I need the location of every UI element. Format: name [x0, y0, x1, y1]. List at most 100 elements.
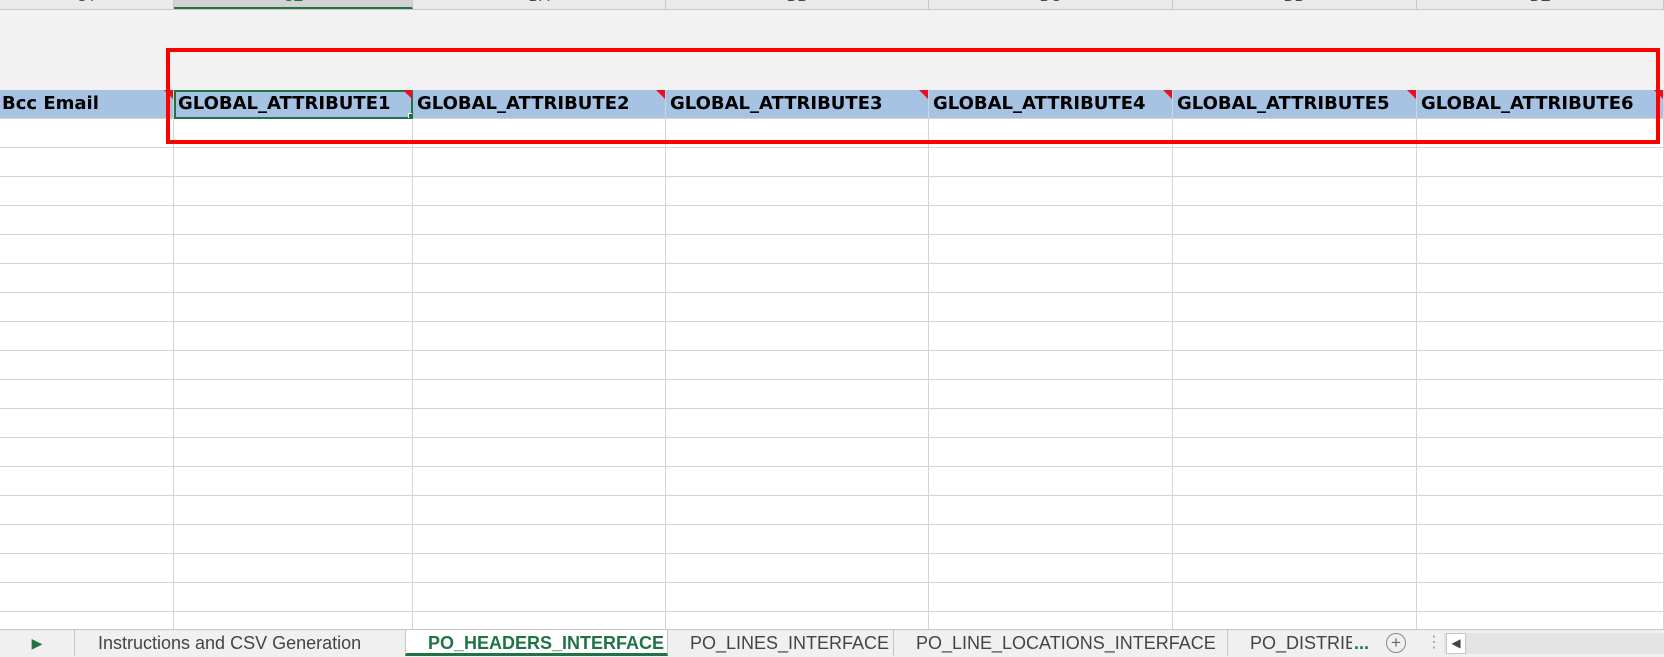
grid-cell[interactable]	[929, 177, 1173, 206]
grid-cell[interactable]	[666, 409, 929, 438]
grid-cell[interactable]	[1173, 148, 1417, 177]
grid-cell[interactable]	[1173, 496, 1417, 525]
grid-cell[interactable]	[666, 525, 929, 554]
grid-cell[interactable]	[666, 554, 929, 583]
grid-cell[interactable]	[1417, 525, 1664, 554]
grid-cell[interactable]	[1173, 409, 1417, 438]
header-cell-global-attribute3[interactable]: GLOBAL_ATTRIBUTE3	[666, 90, 929, 119]
grid-cell[interactable]	[666, 206, 929, 235]
grid-cell[interactable]	[929, 119, 1173, 148]
grid-cell[interactable]	[929, 438, 1173, 467]
tab-instructions-and-csv-generation[interactable]: Instructions and CSV Generation	[76, 630, 406, 656]
grid-cell[interactable]	[174, 583, 413, 612]
grid-cell[interactable]	[0, 148, 174, 177]
grid-cell[interactable]	[1417, 438, 1664, 467]
grid-cell[interactable]	[1417, 351, 1664, 380]
header-cell-global-attribute2[interactable]: GLOBAL_ATTRIBUTE2	[413, 90, 666, 119]
grid-cell[interactable]	[413, 467, 666, 496]
grid-cell[interactable]	[1417, 119, 1664, 148]
grid-cell[interactable]	[174, 206, 413, 235]
grid-cell[interactable]	[1173, 206, 1417, 235]
header-cell-global-attribute6[interactable]: GLOBAL_ATTRIBUTE6	[1417, 90, 1664, 119]
grid-cell[interactable]	[174, 438, 413, 467]
grid-cell[interactable]	[929, 612, 1173, 629]
grid-cell[interactable]	[413, 264, 666, 293]
grid-cell[interactable]	[0, 612, 174, 629]
grid-cell[interactable]	[929, 525, 1173, 554]
grid-cell[interactable]	[0, 351, 174, 380]
grid-cell[interactable]	[1417, 177, 1664, 206]
grid-cell[interactable]	[413, 119, 666, 148]
grid-cell[interactable]	[413, 409, 666, 438]
grid-cell[interactable]	[1417, 496, 1664, 525]
grid-cell[interactable]	[929, 264, 1173, 293]
header-cell-global-attribute5[interactable]: GLOBAL_ATTRIBUTE5	[1173, 90, 1417, 119]
grid-cell[interactable]	[1173, 119, 1417, 148]
grid-cell[interactable]	[0, 467, 174, 496]
grid-cell[interactable]	[413, 554, 666, 583]
grid-cell[interactable]	[1173, 293, 1417, 322]
grid-cell[interactable]	[174, 554, 413, 583]
grid-cell[interactable]	[1173, 264, 1417, 293]
grid-cell[interactable]	[174, 264, 413, 293]
grid-cell[interactable]	[929, 554, 1173, 583]
grid-cell[interactable]	[174, 525, 413, 554]
grid-cell[interactable]	[929, 293, 1173, 322]
grid-cell[interactable]	[666, 119, 929, 148]
grid-cell[interactable]	[1173, 235, 1417, 264]
grid-cell[interactable]	[0, 554, 174, 583]
grid-cell[interactable]	[413, 148, 666, 177]
grid-cell[interactable]	[1173, 467, 1417, 496]
grid-cell[interactable]	[413, 583, 666, 612]
grid-cell[interactable]	[929, 235, 1173, 264]
grid-cell[interactable]	[413, 293, 666, 322]
grid-cell[interactable]	[413, 322, 666, 351]
grid-cell[interactable]	[666, 177, 929, 206]
tab-po-distrib[interactable]: PO_DISTRIB	[1228, 630, 1352, 656]
grid-cell[interactable]	[929, 496, 1173, 525]
grid-cell[interactable]	[413, 438, 666, 467]
tab-po-lines-interface[interactable]: PO_LINES_INTERFACE	[668, 630, 894, 656]
horizontal-scrollbar[interactable]: ◀	[1444, 633, 1664, 654]
grid-cell[interactable]	[1417, 467, 1664, 496]
grid-cell[interactable]	[413, 380, 666, 409]
grid-cell[interactable]	[174, 177, 413, 206]
grid-cell[interactable]	[929, 351, 1173, 380]
grid-cell[interactable]	[174, 612, 413, 629]
add-sheet-button[interactable]: +	[1386, 633, 1406, 653]
grid-cell[interactable]	[1173, 438, 1417, 467]
grid-cell[interactable]	[1417, 264, 1664, 293]
grid-cell[interactable]	[0, 380, 174, 409]
tab-po-line-locations-interface[interactable]: PO_LINE_LOCATIONS_INTERFACE	[894, 630, 1228, 656]
column-header-cy[interactable]: CY	[0, 0, 174, 9]
grid-cell[interactable]	[174, 148, 413, 177]
grid-cell[interactable]	[174, 119, 413, 148]
column-header-db[interactable]: DB	[666, 0, 929, 9]
more-tabs-button[interactable]: ...	[1354, 630, 1369, 656]
tab-po-headers-interface[interactable]: PO_HEADERS_INTERFACE	[405, 630, 668, 656]
tab-split-handle[interactable]: ⋮	[1426, 630, 1442, 656]
grid-cell[interactable]	[929, 409, 1173, 438]
header-cell-global-attribute1[interactable]: GLOBAL_ATTRIBUTE1	[174, 90, 413, 119]
grid-cell[interactable]	[0, 206, 174, 235]
grid-cell[interactable]	[413, 612, 666, 629]
grid-cell[interactable]	[0, 235, 174, 264]
grid-cell[interactable]	[1417, 380, 1664, 409]
grid-cell[interactable]	[666, 264, 929, 293]
grid-cell[interactable]	[666, 612, 929, 629]
grid-cell[interactable]	[1417, 612, 1664, 629]
grid-cell[interactable]	[929, 467, 1173, 496]
grid-cell[interactable]	[0, 177, 174, 206]
grid-cell[interactable]	[1173, 612, 1417, 629]
grid-cell[interactable]	[929, 206, 1173, 235]
grid-cell[interactable]	[666, 496, 929, 525]
grid-cell[interactable]	[929, 380, 1173, 409]
grid-cell[interactable]	[1417, 148, 1664, 177]
grid-cell[interactable]	[174, 322, 413, 351]
grid-cell[interactable]	[1417, 322, 1664, 351]
grid-cell[interactable]	[1173, 322, 1417, 351]
column-header-da[interactable]: DA	[413, 0, 666, 9]
grid-cell[interactable]	[666, 235, 929, 264]
grid-cell[interactable]	[174, 351, 413, 380]
grid-cell[interactable]	[666, 322, 929, 351]
